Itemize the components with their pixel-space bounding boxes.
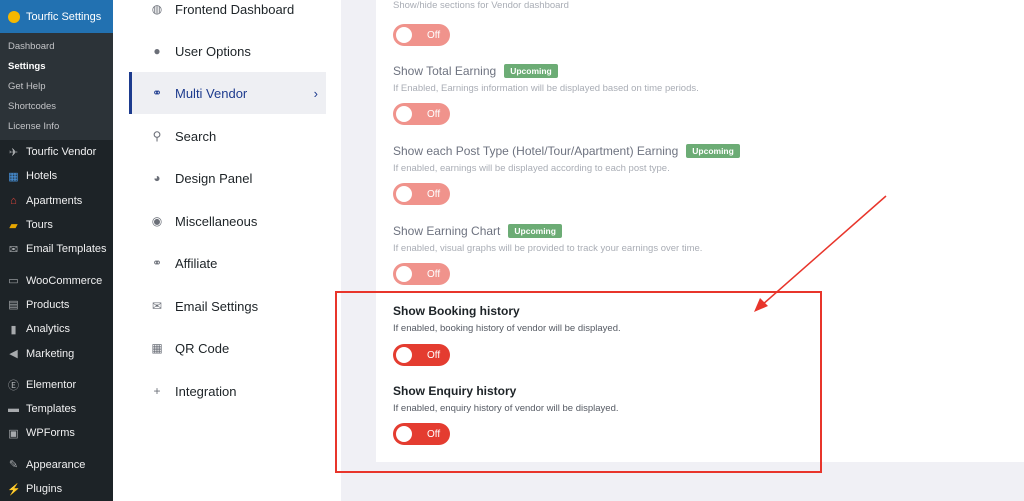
setting-vendor-dashboard: Show/hide sections for Vendor dashboard <box>393 0 569 11</box>
menu-hotels[interactable]: ▦ Hotels <box>0 164 113 188</box>
suitcase-icon: ▰ <box>9 219 18 232</box>
archive-icon: ▤ <box>8 299 19 312</box>
chevron-right-icon: › <box>313 85 318 101</box>
settings-panel: Show/hide sections for Vendor dashboard … <box>341 0 1024 493</box>
setting-title: Show Enquiry history <box>393 384 517 398</box>
nav-design-panel[interactable]: ◕ Design Panel <box>129 157 326 199</box>
menu-elementor[interactable]: Ⓔ Elementor <box>0 373 113 397</box>
toggle-knob <box>396 426 412 442</box>
setting-title: Show Earning Chart <box>393 224 501 238</box>
megaphone-icon: ◀ <box>9 348 18 361</box>
nav-search[interactable]: ⚲ Search <box>129 115 326 157</box>
gauge-icon: ◍ <box>151 2 163 16</box>
menu-wpforms[interactable]: ▣ WPForms <box>0 421 113 445</box>
setting-enquiry-history: Show Enquiry history If enabled, enquiry… <box>393 384 619 414</box>
toggle-knob <box>396 266 412 282</box>
setting-description: If enabled, visual graphs will be provid… <box>393 243 703 254</box>
setting-description: If enabled, booking history of vendor wi… <box>393 323 621 334</box>
brush-icon: ✎ <box>8 459 19 472</box>
submenu-shortcodes[interactable]: Shortcodes <box>0 96 113 116</box>
home-icon: ⌂ <box>10 194 17 207</box>
setting-description: If enabled, earnings will be displayed a… <box>393 163 670 174</box>
toggle-knob <box>396 347 412 363</box>
menu-plugins[interactable]: ⚡ Plugins <box>0 477 113 501</box>
toggle-knob <box>396 106 412 122</box>
settings-nav: ◍ Frontend Dashboard ● User Options ⚭ Multi… <box>113 0 341 501</box>
elementor-icon: Ⓔ <box>8 379 19 392</box>
menu-tourfic-settings[interactable]: Tourfic Settings <box>0 0 113 33</box>
setting-title: Show Booking history <box>393 304 520 318</box>
search-icon: ⚲ <box>152 129 162 143</box>
form-icon: ▣ <box>8 427 19 440</box>
folder-icon: ▬ <box>8 403 19 416</box>
submenu: Dashboard Settings Get Help Shortcodes L… <box>0 33 113 140</box>
setting-earning-chart: Show Earning Chart Upcoming If enabled, v… <box>393 224 702 254</box>
menu-templates[interactable]: ▬ Templates <box>0 397 113 421</box>
toggle-earning-chart[interactable]: Off <box>393 263 450 285</box>
nav-integration[interactable]: + Integration <box>129 370 326 412</box>
toggle-knob <box>396 186 412 202</box>
nav-multi-vendor[interactable]: ⚭ Multi Vendor › <box>129 72 326 114</box>
toggle-vendor-dashboard-section[interactable]: Off <box>393 24 450 46</box>
nav-affiliate[interactable]: ⚭ Affiliate <box>129 242 326 284</box>
toggle-total-earning[interactable]: Off <box>393 103 450 125</box>
menu-analytics[interactable]: ▮ Analytics <box>0 317 113 341</box>
upcoming-badge: Upcoming <box>504 64 558 78</box>
menu-appearance[interactable]: ✎ Appearance <box>0 453 113 477</box>
tourfic-logo-icon <box>8 10 20 23</box>
user-icon: ● <box>153 44 161 58</box>
plus-icon: + <box>153 384 161 398</box>
upcoming-badge: Upcoming <box>508 224 562 238</box>
handshake-icon: ⚭ <box>151 86 163 100</box>
nav-user-options[interactable]: ● User Options <box>129 30 326 72</box>
menu-marketing[interactable]: ◀ Marketing <box>0 341 113 365</box>
setting-description: If Enabled, Earnings information will be… <box>393 83 699 94</box>
setting-total-earning: Show Total Earning Upcoming If Enabled, E… <box>393 64 699 94</box>
vendor-icon: ✈ <box>8 146 19 159</box>
submenu-dashboard[interactable]: Dashboard <box>0 36 113 56</box>
submenu-license-info[interactable]: License Info <box>0 116 113 136</box>
toggle-knob <box>396 27 412 43</box>
menu-apartments[interactable]: ⌂ Apartments <box>0 189 113 213</box>
setting-title: Show each Post Type (Hotel/Tour/Apartmen… <box>393 144 679 158</box>
submenu-settings[interactable]: Settings <box>0 56 113 76</box>
mail-icon: ✉ <box>8 243 19 256</box>
menu-email-templates[interactable]: ✉ Email Templates <box>0 237 113 261</box>
setting-description: Show/hide sections for Vendor dashboard <box>393 0 569 11</box>
qrcode-icon: ▦ <box>151 341 163 355</box>
menu-woocommerce[interactable]: ▭ WooCommerce <box>0 268 113 292</box>
mail-icon: ✉ <box>151 299 163 313</box>
menu-tours[interactable]: ▰ Tours <box>0 213 113 237</box>
nav-email-settings[interactable]: ✉ Email Settings <box>129 285 326 327</box>
plug-icon: ⚡ <box>7 483 21 496</box>
wp-admin-sidebar: Tourfic Settings Dashboard Settings Get … <box>0 0 113 501</box>
settings-card: Show/hide sections for Vendor dashboard … <box>376 0 1024 462</box>
menu-tourfic-vendor[interactable]: ✈ Tourfic Vendor <box>0 140 113 164</box>
setting-title: Show Total Earning <box>393 64 497 78</box>
nav-qr-code[interactable]: ▦ QR Code <box>129 327 326 369</box>
menu-products[interactable]: ▤ Products <box>0 293 113 317</box>
handshake-icon: ⚭ <box>151 256 163 270</box>
setting-post-type-earning: Show each Post Type (Hotel/Tour/Apartmen… <box>393 144 740 174</box>
upcoming-badge: Upcoming <box>686 144 740 158</box>
toggle-post-type-earning[interactable]: Off <box>393 183 450 205</box>
submenu-get-help[interactable]: Get Help <box>0 76 113 96</box>
building-icon: ▦ <box>8 170 19 183</box>
nav-frontend-dashboard[interactable]: ◍ Frontend Dashboard <box>129 0 326 30</box>
toggle-booking-history[interactable]: Off <box>393 344 450 366</box>
setting-booking-history: Show Booking history If enabled, booking… <box>393 304 621 334</box>
bar-chart-icon: ▮ <box>10 323 17 336</box>
setting-description: If enabled, enquiry history of vendor wi… <box>393 403 619 414</box>
toggle-enquiry-history[interactable]: Off <box>393 423 450 445</box>
palette-icon: ◕ <box>153 171 161 185</box>
woo-icon: ▭ <box>8 275 19 288</box>
nav-miscellaneous[interactable]: ◉ Miscellaneous <box>129 200 326 242</box>
globe-icon: ◉ <box>151 214 163 228</box>
